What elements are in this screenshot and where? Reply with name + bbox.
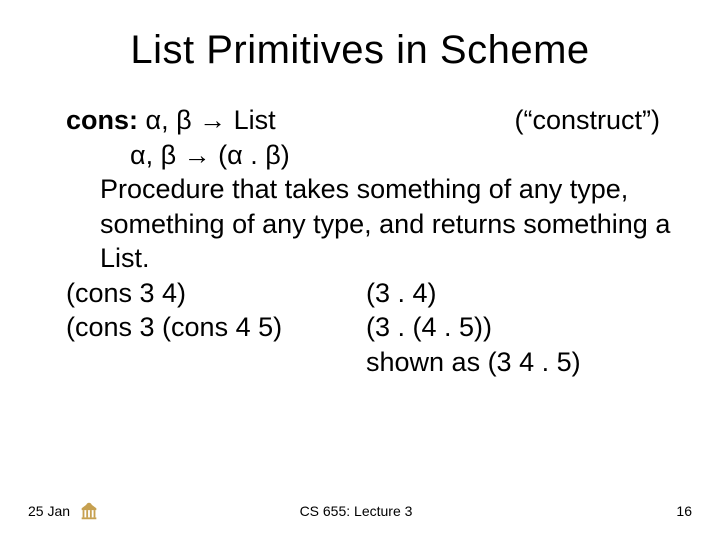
footer: 25 Jan CS 655: Lecture 3 16 bbox=[0, 500, 720, 522]
uva-rotunda-icon bbox=[78, 500, 100, 522]
example-2-result: (3 . (4 . 5)) bbox=[366, 310, 680, 345]
example-1-result: (3 . 4) bbox=[366, 276, 680, 311]
footer-date: 25 Jan bbox=[28, 503, 78, 519]
cons-signature: cons: α, β → List bbox=[66, 103, 514, 138]
example-2: (cons 3 (cons 4 5) (3 . (4 . 5)) bbox=[66, 310, 680, 345]
cons-note: (“construct”) bbox=[514, 103, 680, 138]
example-2-call: (cons 3 (cons 4 5) bbox=[66, 310, 366, 345]
cons-description: Procedure that takes something of any ty… bbox=[66, 172, 680, 276]
slide-title: List Primitives in Scheme bbox=[40, 28, 680, 73]
example-1-call: (cons 3 4) bbox=[66, 276, 366, 311]
slide-body: cons: α, β → List (“construct”) α, β → (… bbox=[40, 103, 680, 379]
cons-label: cons: bbox=[66, 105, 138, 135]
footer-center: CS 655: Lecture 3 bbox=[100, 503, 652, 519]
cons-sig-text: α, β → List bbox=[138, 105, 276, 135]
cons-signature-row: cons: α, β → List (“construct”) bbox=[66, 103, 680, 138]
shown-as-line: shown as (3 4 . 5) bbox=[66, 345, 680, 380]
footer-page-number: 16 bbox=[652, 503, 692, 519]
slide: List Primitives in Scheme cons: α, β → L… bbox=[0, 0, 720, 540]
example-1: (cons 3 4) (3 . 4) bbox=[66, 276, 680, 311]
cons-type-line: α, β → (α . β) bbox=[66, 138, 680, 173]
